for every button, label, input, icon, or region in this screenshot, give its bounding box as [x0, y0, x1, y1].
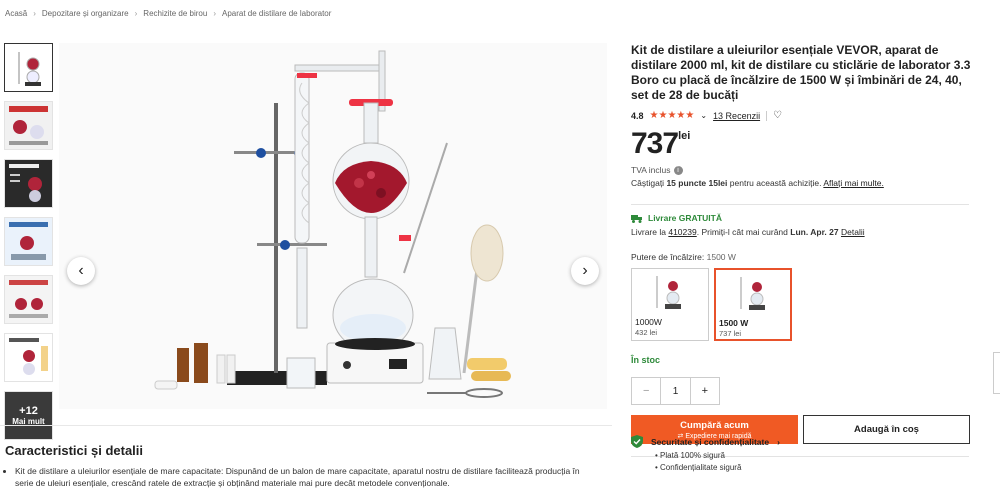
divider	[631, 204, 969, 205]
floating-side-widget[interactable]	[993, 352, 1000, 394]
option-image	[719, 273, 787, 313]
features-bullet: Kit de distilare a uleiurilor esențiale …	[15, 465, 595, 489]
thumbnail[interactable]	[4, 159, 53, 208]
delivery-line: Livrare la 410239. Primiți-l cât mai cur…	[631, 227, 976, 237]
breadcrumb-item[interactable]: Acasă	[5, 9, 27, 18]
thumbnail[interactable]	[4, 333, 53, 382]
thumbnail-strip: +12 Mai mult	[4, 43, 53, 449]
breadcrumb-item[interactable]: Aparat de distilare de laborator	[222, 9, 331, 18]
main-product-image[interactable]: ‹ ›	[59, 43, 607, 409]
section-divider	[0, 425, 612, 426]
option-name: Putere de încălzire:	[631, 252, 705, 262]
more-count: +12	[19, 405, 38, 417]
chevron-right-icon: ›	[582, 262, 588, 279]
divider	[766, 110, 768, 121]
product-thumbnail-image	[5, 218, 52, 265]
product-thumbnail-image	[5, 160, 52, 207]
price-value: 737	[631, 127, 679, 160]
chevron-right-icon: ›	[134, 9, 138, 18]
option-label: Putere de încălzire: 1500 W	[631, 252, 976, 262]
quantity-value[interactable]: 1	[660, 378, 691, 404]
delivery-details-link[interactable]: Detalii	[841, 227, 865, 237]
chevron-right-icon: ›	[33, 9, 36, 18]
thumbnail[interactable]	[4, 217, 53, 266]
stock-status: În stoc	[631, 355, 661, 365]
delivery-prefix: Livrare la	[631, 227, 666, 237]
reviews-link[interactable]: 13 Recenzii	[713, 111, 760, 121]
option-name: 1500 W	[719, 318, 749, 328]
price: 737 lei	[631, 127, 976, 161]
thumbnail[interactable]	[4, 43, 53, 92]
option-selector: 1000W 432 lei 1500 W 737 lei	[631, 268, 976, 341]
vat-text: TVA inclus	[631, 165, 671, 175]
option-price: 432 lei	[635, 328, 658, 337]
product-thumbnail-image	[5, 102, 52, 149]
thumbnail[interactable]	[4, 275, 53, 324]
star-rating[interactable]: ★★★★★	[650, 110, 695, 121]
learn-more-link[interactable]: Aflați mai multe.	[823, 178, 883, 188]
option-name: 1000W	[635, 317, 662, 327]
product-thumbnail-image	[5, 44, 52, 91]
security-item-text: Plată 100% sigură	[660, 451, 725, 460]
breadcrumb: Acasă › Depozitare și organizare › Rechi…	[5, 9, 331, 18]
vat-note: TVA inclus i	[631, 165, 976, 175]
heart-icon[interactable]: ♡	[773, 110, 782, 121]
breadcrumb-item[interactable]: Rechizite de birou	[143, 9, 207, 18]
points-prefix: Câștigați	[631, 178, 665, 188]
increase-quantity-button[interactable]: +	[691, 378, 719, 404]
security-section: Securitate și confidențialitate › • Plat…	[631, 435, 976, 472]
quantity-stepper: − 1 +	[631, 377, 720, 405]
product-thumbnail-image	[5, 334, 52, 381]
shield-check-icon	[631, 435, 643, 448]
previous-image-button[interactable]: ‹	[67, 257, 95, 285]
delivery-date: Lun. Apr. 27	[790, 227, 839, 237]
points-amount: 15 puncte 15lei	[666, 178, 728, 188]
next-image-button[interactable]: ›	[571, 257, 599, 285]
chevron-down-icon[interactable]: ⌄	[700, 111, 707, 120]
breadcrumb-item[interactable]: Depozitare și organizare	[42, 9, 129, 18]
more-images-button[interactable]: +12 Mai mult	[4, 391, 53, 440]
delivery-title: Livrare GRATUITĂ	[631, 213, 976, 223]
decrease-quantity-button[interactable]: −	[632, 378, 660, 404]
buy-now-label: Cumpără acum	[680, 419, 749, 431]
option-1000w[interactable]: 1000W 432 lei	[631, 268, 709, 341]
distillation-kit-illustration	[59, 43, 607, 409]
option-price: 737 lei	[719, 329, 742, 338]
free-delivery-label: Livrare GRATUITĂ	[648, 213, 722, 223]
info-icon[interactable]: i	[673, 165, 683, 175]
thumbnail[interactable]	[4, 101, 53, 150]
option-selected-value: 1500 W	[706, 252, 736, 262]
points-suffix: pentru această achiziție.	[729, 178, 822, 188]
chevron-right-icon: ›	[777, 436, 780, 447]
features-heading: Caracteristici și detalii	[5, 443, 144, 458]
price-currency: lei	[678, 130, 691, 142]
option-1500w[interactable]: 1500 W 737 lei	[714, 268, 792, 341]
features-list: Kit de distilare a uleiurilor esențiale …	[15, 465, 595, 489]
chevron-right-icon: ›	[213, 9, 217, 18]
postcode-link[interactable]: 410239	[668, 227, 696, 237]
security-title-text: Securitate și confidențialitate	[651, 436, 770, 447]
security-item: • Confidențialitate sigură	[655, 463, 742, 472]
rating-value: 4.8	[631, 110, 644, 121]
product-info-panel: Kit de distilare a uleiurilor esențiale …	[631, 43, 976, 465]
security-item: • Plată 100% sigură	[655, 451, 725, 460]
rating-row: 4.8 ★★★★★ ⌄ 13 Recenzii ♡	[631, 110, 976, 121]
option-image	[635, 272, 705, 312]
product-thumbnail-image	[5, 276, 52, 323]
product-title: Kit de distilare a uleiurilor esențiale …	[631, 43, 971, 102]
security-title[interactable]: Securitate și confidențialitate ›	[631, 435, 976, 448]
points-note: Câștigați 15 puncte 15lei pentru această…	[631, 178, 976, 188]
truck-icon	[631, 214, 642, 223]
security-item-text: Confidențialitate sigură	[660, 463, 742, 472]
delivery-mid: . Primiți-l cât mai curând	[696, 227, 788, 237]
chevron-left-icon: ‹	[78, 262, 84, 279]
add-to-cart-label: Adaugă în coș	[854, 424, 919, 435]
